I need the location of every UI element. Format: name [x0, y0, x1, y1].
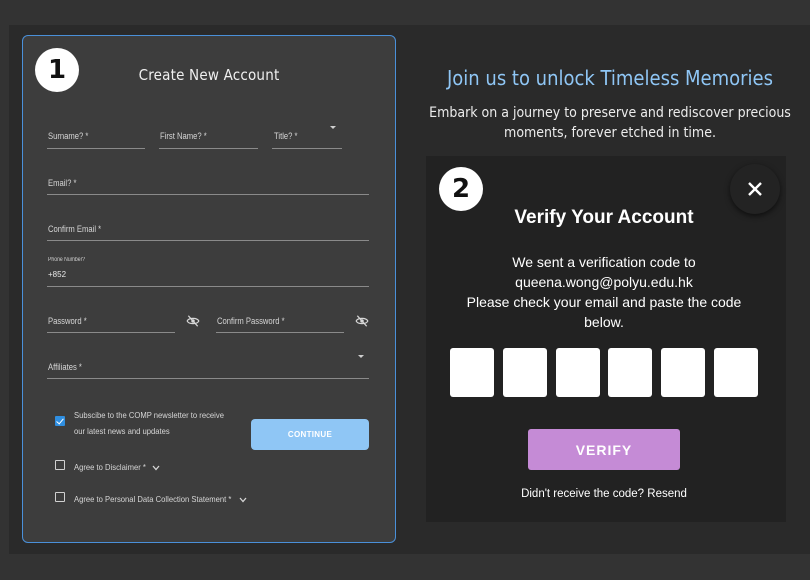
confirm-password-input[interactable] [216, 331, 344, 333]
phone-input[interactable] [47, 285, 369, 287]
eye-off-icon[interactable] [185, 314, 201, 328]
code-digit-input-5[interactable] [661, 348, 705, 397]
newsletter-text-line1: Subscibe to the COMP newsletter to recei… [74, 410, 224, 420]
verify-button[interactable]: VERIFY [528, 429, 680, 470]
verify-title: Verify Your Account [514, 207, 694, 228]
verify-message-line3: Please check your email and paste the co… [466, 294, 742, 310]
code-digit-input-3[interactable] [556, 348, 600, 397]
email-label: Email? * [48, 178, 77, 188]
disclaimer-checkbox[interactable] [55, 460, 65, 470]
step-badge-2: 2 [439, 167, 483, 211]
verify-message: We sent a verification code to queena.wo… [426, 252, 782, 332]
code-digit-input-1[interactable] [450, 348, 494, 397]
title-label: Title? * [274, 131, 298, 141]
hero-subtitle-line1: Embark on a journey to preserve and redi… [429, 105, 791, 121]
surname-label: Surname? * [48, 131, 89, 141]
phone-value: +852 [48, 270, 67, 279]
continue-button[interactable]: CONTINUE [251, 419, 369, 450]
surname-input[interactable] [47, 147, 145, 149]
resend-link[interactable]: Didn't receive the code? Resend [426, 488, 782, 500]
affiliates-label: Affiliates * [48, 362, 82, 372]
verify-message-line1: We sent a verification code to [512, 254, 696, 270]
newsletter-checkbox[interactable] [55, 416, 65, 426]
disclaimer-label: Agree to Disclaimer * [74, 462, 146, 472]
firstname-input[interactable] [159, 147, 258, 149]
firstname-label: First Name? * [160, 131, 207, 141]
password-input[interactable] [47, 331, 175, 333]
title-select[interactable] [272, 147, 342, 149]
affiliates-select[interactable] [47, 377, 369, 379]
phone-label: Phone Number? [48, 257, 86, 263]
personal-data-label: Agree to Personal Data Collection Statem… [74, 494, 232, 504]
personal-data-checkbox[interactable] [55, 492, 65, 502]
close-icon [748, 182, 762, 196]
chevron-down-icon[interactable] [239, 497, 247, 503]
confirm-email-label: Confirm Email * [48, 224, 102, 234]
verify-message-line4: below. [584, 314, 624, 330]
affiliates-dropdown-caret-icon[interactable] [358, 355, 364, 358]
verify-email: queena.wong@polyu.edu.hk [515, 274, 693, 290]
confirm-password-label: Confirm Password * [217, 316, 285, 326]
newsletter-text-line2: our latest news and updates [74, 426, 170, 436]
hero-subtitle-line2: moments, forever etched in time. [504, 125, 716, 141]
code-digit-input-2[interactable] [503, 348, 547, 397]
code-digit-input-6[interactable] [714, 348, 758, 397]
code-digit-input-4[interactable] [608, 348, 652, 397]
hero-subtitle: Embark on a journey to preserve and redi… [425, 103, 795, 143]
title-dropdown-caret-icon[interactable] [330, 126, 336, 129]
password-label: Password * [48, 316, 87, 326]
hero-title: Join us to unlock Timeless Memories [446, 66, 774, 90]
confirm-email-input[interactable] [47, 239, 369, 241]
email-input[interactable] [47, 193, 369, 195]
chevron-down-icon[interactable] [152, 465, 160, 471]
eye-off-icon[interactable] [354, 314, 370, 328]
form-title: Create New Account [138, 66, 280, 84]
